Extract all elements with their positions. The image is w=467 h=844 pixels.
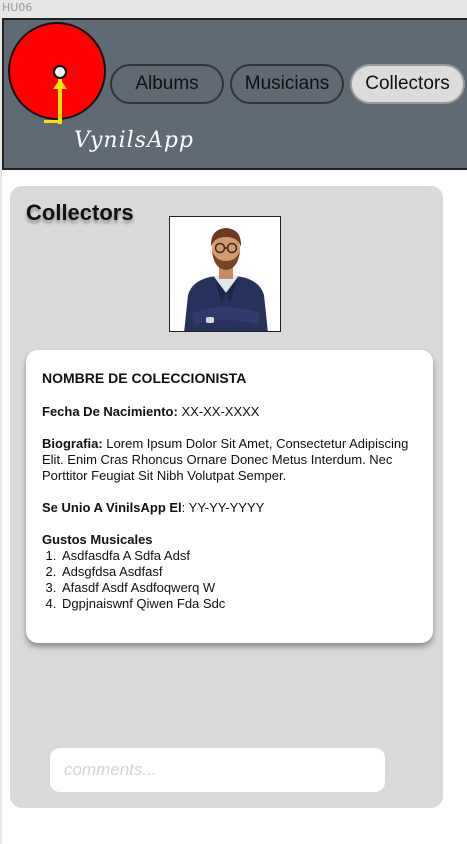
joined-row: Se Unio A VinilsApp El: YY-YY-YYYY [42,500,417,516]
genres-label: Gustos Musicales [42,532,153,547]
collector-card: NOMBRE DE COLECCIONISTA Fecha De Nacimie… [26,350,433,643]
page-title: Collectors [26,200,134,225]
joined-label: Se Unio A VinilsApp El [42,500,182,515]
list-item: Dgpjnaiswnf Qiwen Fda Sdc [60,596,417,612]
birth-row: Fecha De Nacimiento: XX-XX-XXXX [42,404,417,420]
avatar-illustration [184,228,268,331]
nav-albums-button[interactable]: Albums [110,64,224,104]
vinyl-logo-icon[interactable] [8,22,106,124]
collector-name: NOMBRE DE COLECCIONISTA [42,370,247,386]
nav-musicians-button[interactable]: Musicians [230,64,344,104]
app-header: VynilsApp Albums Musicians Collectors [2,18,467,170]
frame-label: HU06 [2,1,33,14]
collector-panel: Collectors NOMBRE DE COLECCIONISTA Fecha… [10,186,443,808]
brand-name: VynilsApp [74,128,195,153]
app-frame: VynilsApp Albums Musicians Collectors Co… [2,18,467,844]
nav-collectors-button[interactable]: Collectors [350,64,465,104]
joined-value: : YY-YY-YYYY [181,500,265,515]
list-item: Asdfasdfa A Sdfa Adsf [60,548,417,564]
comments-input[interactable] [50,748,385,792]
birth-value: XX-XX-XXXX [181,404,260,419]
birth-label: Fecha De Nacimiento: [42,404,178,419]
list-item: Adsgfdsa Asdfasf [60,564,417,580]
collector-avatar [169,216,281,332]
logo-hole [53,65,67,79]
bio-row: Biografia: Lorem Ipsum Dolor Sit Amet, C… [42,436,417,484]
genres-list: Asdfasdfa A Sdfa Adsf Adsgfdsa Asdfasf A… [60,548,417,612]
list-item: Afasdf Asdf Asdfoqwerq W [60,580,417,596]
bio-label: Biografia: [42,436,103,451]
logo-stem [58,79,62,124]
logo-base [44,120,62,123]
